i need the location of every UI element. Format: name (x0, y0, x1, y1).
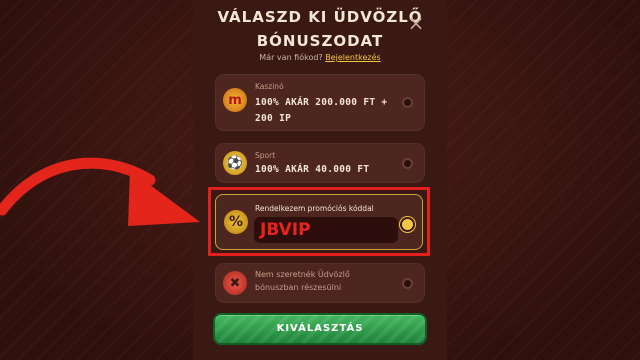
option-no-bonus-line2: bónuszban részesülni (255, 283, 342, 292)
login-prompt: Már van fiókod? Bejelentkezés (193, 53, 447, 62)
option-casino-category: Kaszinó (255, 82, 284, 91)
modal-title-line2: BÓNUSZODAT (256, 32, 384, 50)
option-casino-line2: 200 IP (255, 113, 292, 124)
option-casino[interactable]: m Kaszinó 100% AKÁR 200.000 FT + 200 IP (215, 74, 425, 131)
promo-code-input[interactable]: JBVIP (254, 217, 398, 243)
red-arrow-icon (0, 157, 200, 226)
option-sport-radio[interactable] (402, 158, 413, 169)
option-promo-radio[interactable] (402, 219, 413, 230)
option-no-bonus[interactable]: ✖ Nem szeretnék Üdvözlő bónuszban részes… (215, 263, 425, 303)
option-no-bonus-line1: Nem szeretnék Üdvözlő (255, 270, 350, 279)
option-sport-category: Sport (255, 151, 276, 160)
select-button[interactable]: KIVÁLASZTÁS (215, 315, 425, 343)
modal-title-line1: VÁLASZD KI ÜDVÖZLŐ (217, 8, 423, 26)
close-icon[interactable]: × (406, 13, 426, 33)
percent-icon: % (224, 210, 248, 234)
option-promo-category: Rendelkezem promóciós kóddal (255, 204, 374, 213)
cross-icon: ✖ (223, 271, 247, 295)
option-sport[interactable]: ⚽ Sport 100% AKÁR 40.000 FT (215, 143, 425, 183)
option-casino-line1: 100% AKÁR 200.000 FT + (255, 97, 388, 108)
sport-ball-icon: ⚽ (223, 151, 247, 175)
casino-icon: m (223, 88, 247, 112)
has-account-text: Már van fiókod? (259, 53, 323, 62)
login-link[interactable]: Bejelentkezés (325, 53, 380, 62)
option-no-bonus-radio[interactable] (402, 278, 413, 289)
option-casino-radio[interactable] (402, 97, 413, 108)
option-sport-line1: 100% AKÁR 40.000 FT (255, 164, 370, 175)
